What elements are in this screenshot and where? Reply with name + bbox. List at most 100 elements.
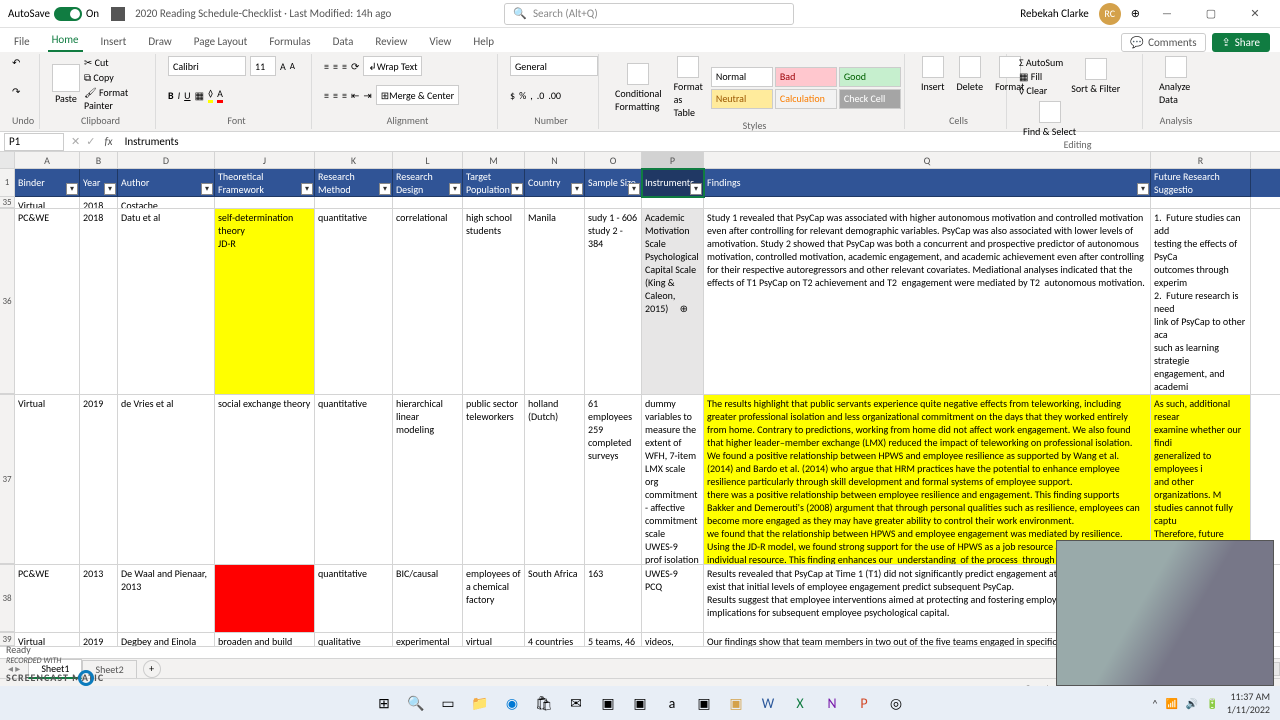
undo-icon[interactable]: ↶ [12, 56, 33, 69]
style-normal[interactable]: Normal [711, 67, 773, 87]
colhdr-L[interactable]: L [393, 152, 463, 168]
cell[interactable]: dummy variables to measure the extent of… [642, 395, 704, 564]
th-design[interactable]: Research Design▾ [393, 169, 463, 197]
conditional-formatting-button[interactable]: Conditional Formatting [611, 63, 666, 113]
font-name-select[interactable]: Calibri [168, 56, 246, 76]
delete-cells-button[interactable]: Delete [953, 56, 988, 93]
excel-icon[interactable]: X [787, 690, 813, 716]
th-method[interactable]: Research Method▾ [315, 169, 393, 197]
name-box[interactable] [4, 133, 64, 151]
tab-review[interactable]: Review [371, 31, 411, 52]
row-header[interactable]: 38 [0, 565, 15, 632]
cell[interactable]: 2018 [80, 197, 118, 208]
comma-icon[interactable]: , [530, 89, 533, 102]
powerpoint-icon[interactable]: P [851, 690, 877, 716]
cell[interactable]: 4 countries [525, 633, 585, 646]
cell[interactable]: 5 teams, 46 [585, 633, 642, 646]
filter-icon[interactable]: ▾ [449, 183, 461, 195]
tab-pagelayout[interactable]: Page Layout [190, 31, 252, 52]
cell[interactable] [1151, 197, 1251, 208]
cell[interactable]: Study 1 revealed that PsyCap was associa… [704, 209, 1151, 394]
decrease-font-icon[interactable]: A [290, 61, 295, 72]
inc-decimal-icon[interactable]: .0 [537, 89, 545, 102]
store-icon[interactable]: 🛍 [531, 690, 557, 716]
style-good[interactable]: Good [839, 67, 901, 87]
start-icon[interactable]: ⊞ [371, 690, 397, 716]
tab-draw[interactable]: Draw [144, 31, 175, 52]
tab-insert[interactable]: Insert [97, 31, 131, 52]
mail-icon[interactable]: ✉ [563, 690, 589, 716]
autosave-toggle[interactable]: AutoSave On [8, 7, 99, 21]
currency-icon[interactable]: $ [510, 89, 515, 102]
cell[interactable]: PC&WE [15, 209, 80, 394]
filename[interactable]: 2020 Reading Schedule-Checklist · Last M… [135, 7, 391, 20]
orientation-icon[interactable]: ⟳ [351, 60, 359, 73]
restore-button[interactable]: ▢ [1194, 0, 1228, 28]
align-left-icon[interactable]: ≡ [324, 89, 329, 102]
wrap-text-button[interactable]: ↲ Wrap Text [363, 56, 422, 76]
cell[interactable]: self-determination theory JD-R [215, 209, 315, 394]
system-tray[interactable]: ^ 📶 🔊 🔋 11:37 AM 1/11/2022 [1152, 690, 1270, 716]
th-binder[interactable]: Binder▾ [15, 169, 80, 197]
tab-help[interactable]: Help [469, 31, 498, 52]
colhdr-J[interactable]: J [215, 152, 315, 168]
filter-icon[interactable]: ▾ [379, 183, 391, 195]
cell[interactable] [585, 197, 642, 208]
align-bot-icon[interactable]: ≡ [342, 60, 347, 73]
share-button[interactable]: ⇪ Share [1212, 33, 1270, 52]
filter-icon[interactable]: ▾ [301, 183, 313, 195]
colhdr-M[interactable]: M [463, 152, 525, 168]
cell[interactable]: Manila [525, 209, 585, 394]
word-icon[interactable]: W [755, 690, 781, 716]
cell[interactable] [315, 197, 393, 208]
toggle-on-icon[interactable] [54, 7, 82, 21]
row-header[interactable]: 36 [0, 209, 15, 394]
minimize-button[interactable]: — [1150, 0, 1184, 28]
number-format-select[interactable]: General [510, 56, 598, 76]
th-population[interactable]: Target Population▾ [463, 169, 525, 197]
filter-icon[interactable]: ▾ [201, 183, 213, 195]
cell[interactable]: 1. Future studies can add testing the ef… [1151, 209, 1251, 394]
cell[interactable]: social exchange theory [215, 395, 315, 564]
formula-input[interactable]: Instruments [119, 135, 1280, 148]
fill-color-icon[interactable]: ◊ [208, 87, 213, 103]
th-country[interactable]: Country▾ [525, 169, 585, 197]
format-painter-button[interactable]: 🖌 Format Painter [84, 86, 149, 112]
filter-icon[interactable]: ▾ [104, 183, 116, 195]
battery-icon[interactable]: 🔋 [1206, 697, 1218, 710]
th-sample[interactable]: Sample Size▾ [585, 169, 642, 197]
cell[interactable]: 2019 [80, 633, 118, 646]
tab-formulas[interactable]: Formulas [265, 31, 314, 52]
th-findings[interactable]: Findings▾ [704, 169, 1151, 197]
cell[interactable]: South Africa [525, 565, 585, 632]
autosum-button[interactable]: Σ AutoSum [1019, 56, 1063, 69]
format-as-table-button[interactable]: Format as Table [670, 56, 707, 119]
cell[interactable] [525, 197, 585, 208]
merge-center-button[interactable]: ⊞ Merge & Center [376, 85, 459, 105]
percent-icon[interactable]: % [519, 89, 526, 102]
cell[interactable]: 61 employees 259 completed surveys [585, 395, 642, 564]
cancel-formula-icon[interactable]: ✕ [68, 135, 83, 148]
th-future[interactable]: Future Research Suggestio [1151, 169, 1251, 197]
cell[interactable]: quantitative [315, 565, 393, 632]
redo-icon[interactable]: ↷ [12, 85, 33, 98]
filter-icon[interactable]: ▾ [628, 183, 640, 195]
align-top-icon[interactable]: ≡ [324, 60, 329, 73]
cell[interactable]: hierarchical linear modeling [393, 395, 463, 564]
search-input[interactable]: 🔍 Search (Alt+Q) [504, 3, 794, 25]
style-neutral[interactable]: Neutral [711, 89, 773, 109]
enter-formula-icon[interactable]: ✓ [83, 135, 98, 148]
screencast-icon[interactable]: ◎ [883, 690, 909, 716]
cell[interactable] [704, 197, 1151, 208]
cell[interactable]: virtual project [463, 633, 525, 646]
cell-styles-gallery[interactable]: Normal Bad Good Neutral Calculation Chec… [711, 67, 901, 109]
comments-button[interactable]: 💬 Comments [1121, 33, 1205, 52]
bold-button[interactable]: B [168, 89, 174, 102]
align-right-icon[interactable]: ≡ [342, 89, 347, 102]
globe-icon[interactable]: ⊕ [1131, 7, 1140, 20]
cell[interactable] [642, 197, 704, 208]
cell[interactable]: As such, additional resear examine wheth… [1151, 395, 1251, 564]
save-icon[interactable] [111, 7, 125, 21]
row-header[interactable]: 37 [0, 395, 15, 564]
th-framework[interactable]: Theoretical Framework▾ [215, 169, 315, 197]
